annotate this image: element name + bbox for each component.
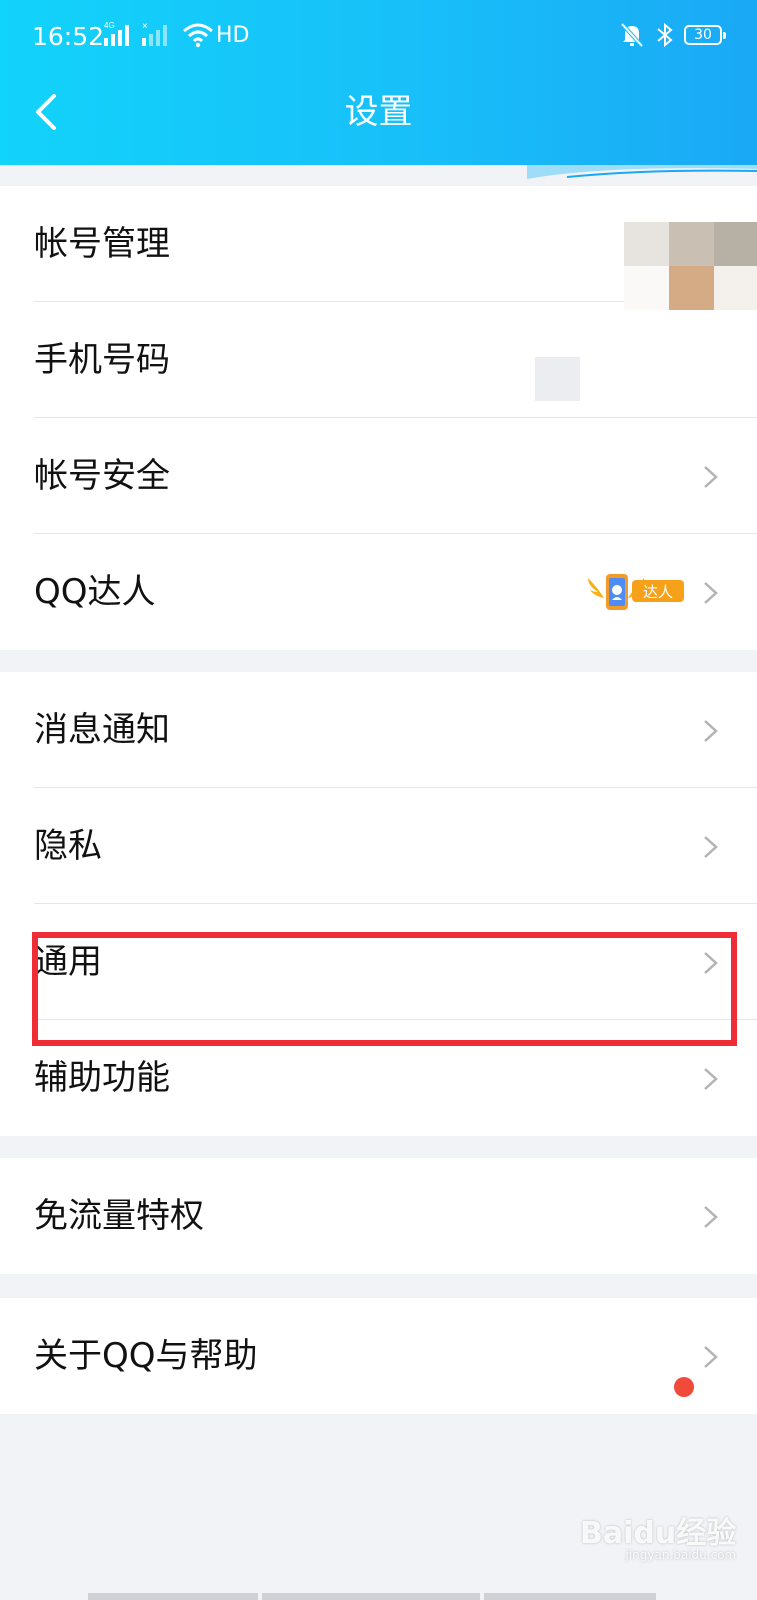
row-label: 关于QQ与帮助 <box>34 1336 258 1376</box>
watermark-text: Baidu经验 <box>580 1516 737 1551</box>
row-privacy[interactable]: 隐私 <box>0 788 757 904</box>
chevron-right-icon <box>704 836 718 858</box>
bottom-bar-segment <box>262 1593 480 1600</box>
highlight-box <box>32 932 737 1046</box>
row-label: 手机号码 <box>34 340 170 380</box>
row-label: 帐号安全 <box>34 456 170 496</box>
bottom-bar-segment <box>88 1593 258 1600</box>
status-time: 16:52 <box>32 22 105 51</box>
chevron-right-icon <box>704 1068 718 1090</box>
battery-icon: 30 <box>684 25 726 45</box>
svg-text:达人: 达人 <box>643 583 673 601</box>
row-account-security[interactable]: 帐号安全 <box>0 418 757 534</box>
chevron-right-icon <box>704 582 718 604</box>
phone-number-mask <box>535 357 580 401</box>
settings-group-data-free: 免流量特权 <box>0 1158 757 1274</box>
svg-text:4G: 4G <box>104 21 115 30</box>
row-about-help[interactable]: 关于QQ与帮助 <box>0 1298 757 1414</box>
chevron-right-icon <box>704 1206 718 1228</box>
chevron-right-icon <box>704 720 718 742</box>
header-bar: 16:52 4G × HD 30 设置 <box>0 0 757 165</box>
watermark-logo: Baidu经验 jingyan.baidu.com <box>580 1508 736 1562</box>
row-label: 隐私 <box>34 826 102 866</box>
wifi-icon <box>182 22 214 52</box>
hd-label: HD <box>216 23 250 48</box>
chevron-right-icon <box>704 466 718 488</box>
cell-signal-icon: 4G <box>104 20 136 52</box>
bluetooth-icon <box>654 22 676 52</box>
status-bar: 16:52 4G × HD 30 <box>0 0 757 78</box>
row-data-free-privilege[interactable]: 免流量特权 <box>0 1158 757 1274</box>
mute-icon <box>620 22 644 52</box>
settings-group-about: 关于QQ与帮助 <box>0 1298 757 1414</box>
row-notifications[interactable]: 消息通知 <box>0 672 757 788</box>
page-title: 设置 <box>344 92 413 132</box>
chevron-right-icon <box>704 1346 718 1368</box>
cell-signal-2-icon: × <box>142 20 174 52</box>
notification-dot <box>674 1377 694 1397</box>
row-label: 消息通知 <box>34 710 170 750</box>
bottom-bar-segment <box>484 1593 656 1600</box>
avatar-mosaic <box>624 222 757 310</box>
row-phone-number[interactable]: 手机号码 <box>0 302 757 418</box>
row-label: QQ达人 <box>34 572 156 612</box>
expert-badge-icon: 达人 <box>588 574 684 610</box>
svg-text:×: × <box>142 21 148 32</box>
settings-group-general: 消息通知 隐私 通用 辅助功能 <box>0 672 757 1136</box>
row-label: 免流量特权 <box>34 1196 204 1236</box>
row-label: 帐号管理 <box>34 224 170 264</box>
